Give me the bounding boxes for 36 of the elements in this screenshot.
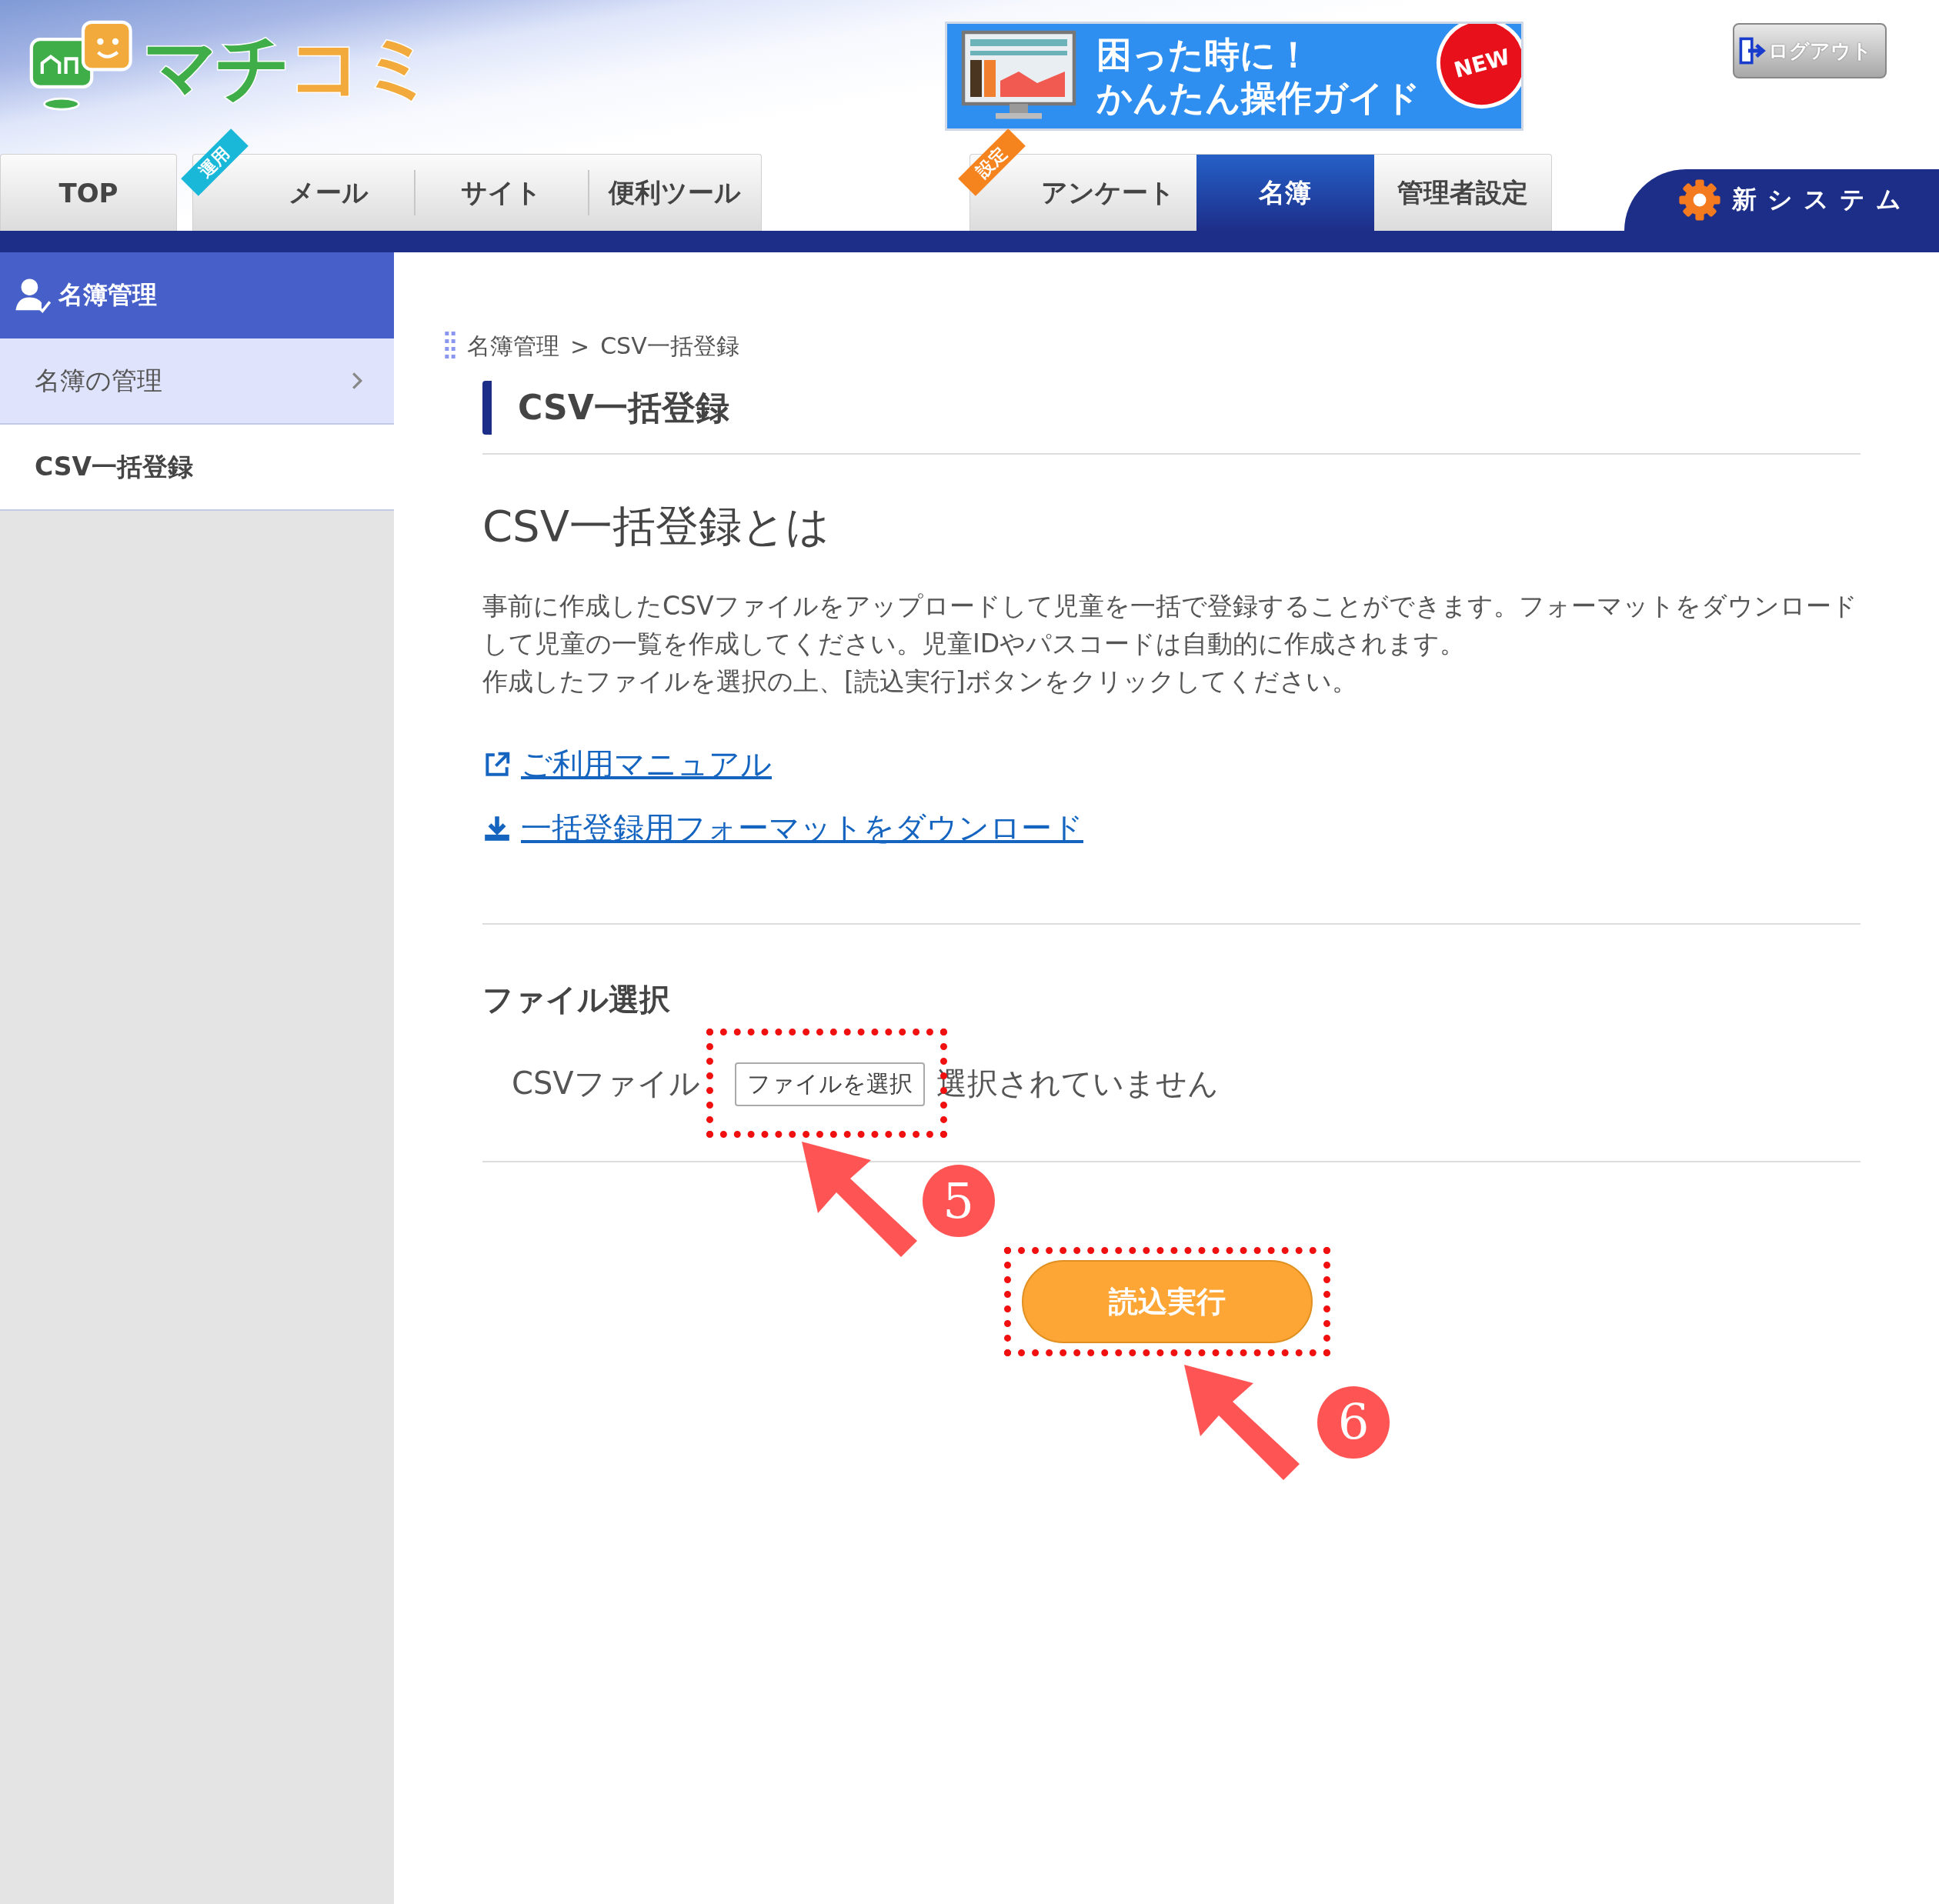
breadcrumb-item[interactable]: 名簿管理 — [467, 331, 559, 362]
download-link[interactable]: 一括登録用フォーマットをダウンロード — [482, 807, 1083, 849]
door-arrow-icon — [1739, 37, 1767, 65]
sidebar-item[interactable]: 名簿の管理 — [0, 338, 394, 425]
sidebar-item-label: 名簿の管理 — [35, 364, 162, 397]
new-system-banner[interactable]: 新システム — [1624, 169, 1939, 231]
nav-tab[interactable]: TOP — [1, 155, 176, 231]
user-check-icon — [14, 277, 51, 314]
breadcrumb-separator: > — [570, 333, 590, 360]
description-text: 作成したファイルを選択の上、[読込実行]ボタンをクリックしてください。 — [482, 665, 1358, 698]
manual-link[interactable]: ご利用マニュアル — [482, 743, 772, 785]
new-system-label: 新システム — [1732, 184, 1912, 215]
nav-tab[interactable]: 便利ツール — [587, 170, 761, 215]
banner-text: 困った時に！ かんたん操作ガイド — [1096, 33, 1420, 119]
sidebar-item[interactable]: CSV一括登録 — [0, 425, 394, 511]
sidebar-item-label: CSV一括登録 — [35, 450, 194, 483]
section-heading: CSV一括登録とは — [482, 500, 830, 552]
logo-text: マチコミ — [143, 23, 432, 112]
sidebar-title: 名簿管理 — [58, 279, 157, 311]
nav-tab[interactable]: 管理者設定 — [1373, 155, 1551, 231]
file-section-heading: ファイル選択 — [482, 981, 671, 1019]
choose-file-button[interactable]: ファイルを選択 — [734, 1062, 925, 1106]
description-text: 事前に作成したCSVファイルをアップロードして児童を一括で登録することができます。フォーマットをダウンロードして児童の一覧を作成してください。児童IDやパスコードは自動的に作成されます。 — [482, 590, 1858, 660]
chevron-right-icon — [351, 371, 363, 391]
field-label: CSVファイル — [512, 1064, 700, 1102]
arrow-pointer-icon — [801, 1142, 917, 1257]
step-number: 5 — [922, 1165, 995, 1237]
nav-tab[interactable]: 名簿 — [1196, 155, 1374, 231]
page-title: CSV一括登録 — [482, 381, 1861, 435]
step-number: 6 — [1317, 1386, 1390, 1459]
nav-tab[interactable]: サイト — [414, 170, 588, 215]
guide-banner[interactable]: 困った時に！ かんたん操作ガイド NEW — [945, 22, 1524, 131]
arrow-pointer-icon — [1184, 1365, 1300, 1480]
gear-icon — [1678, 178, 1721, 222]
breadcrumb-item: CSV一括登録 — [600, 332, 739, 361]
ribbon-badge: 運用 — [181, 128, 249, 196]
